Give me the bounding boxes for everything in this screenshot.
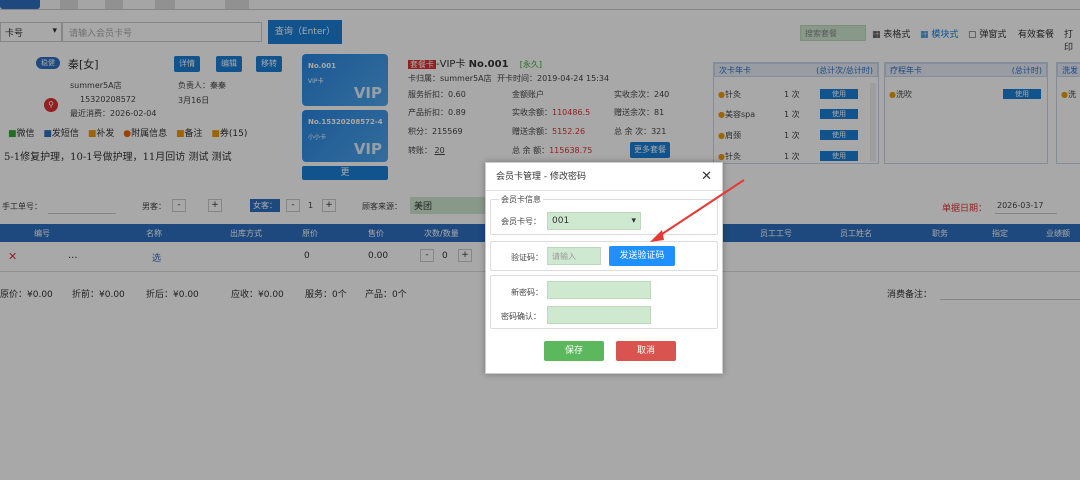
verify-code-label: 验证码： [511,253,543,262]
card-number-select[interactable]: 001 ▾ [547,212,641,230]
annotation-arrow [650,179,745,242]
confirm-password-label: 密码确认： [501,312,541,321]
fieldset-legend: 会员卡信息 [499,194,543,205]
card-number-label: 会员卡号： [501,217,541,226]
confirm-password-input[interactable] [547,306,651,324]
verify-code-input[interactable]: 请输入 [547,247,601,265]
chevron-down-icon: ▾ [631,216,636,226]
card-number-value: 001 [552,216,570,226]
save-button[interactable]: 保存 [544,341,604,361]
new-password-label: 新密码： [511,288,543,297]
password-fieldset: 新密码： 密码确认： [490,275,718,329]
new-password-input[interactable] [547,281,651,299]
cancel-button[interactable]: 取消 [616,341,676,361]
